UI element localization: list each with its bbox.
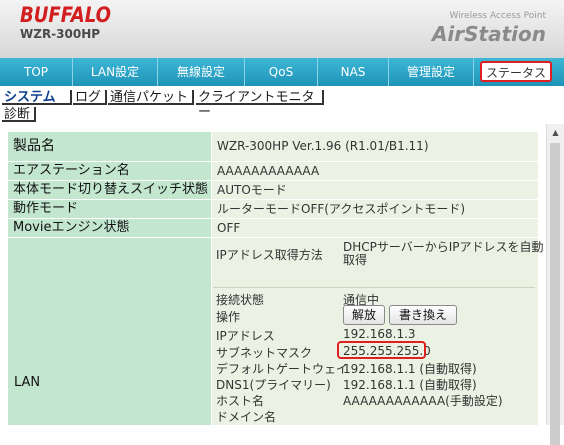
scroll-thumb[interactable] xyxy=(550,143,560,445)
header-bar: BUFFALO WZR-300HP Wireless Access Point … xyxy=(0,0,564,59)
label-operation: 操作 xyxy=(216,310,241,324)
label-host-name: ホスト名 xyxy=(216,394,265,408)
tab-client-monitor[interactable]: クライアントモニター xyxy=(196,90,324,120)
value-dns1: 192.168.1.1 (自動取得) xyxy=(343,378,477,392)
value-default-gateway: 192.168.1.1 (自動取得) xyxy=(343,362,477,376)
value-product-name: WZR-300HP Ver.1.96 (R1.01/B1.11) xyxy=(212,132,538,161)
label-connection-status: 接続状態 xyxy=(216,293,265,307)
lan-divider xyxy=(213,287,535,288)
label-ip-method: IPアドレス取得方法 xyxy=(216,248,323,262)
tab-diagnostics[interactable]: 診断 xyxy=(2,107,36,122)
label-default-gateway: デフォルトゲートウェイ xyxy=(216,362,349,376)
main-nav: TOP LAN設定 無線設定 QoS NAS 管理設定 ステータス xyxy=(0,58,564,86)
label-subnet-mask: サブネットマスク xyxy=(216,346,313,360)
nav-nas[interactable]: NAS xyxy=(318,58,389,86)
value-operation-mode: ルーターモードOFF(アクセスポイントモード) xyxy=(212,200,538,218)
value-mode-switch: AUTOモード xyxy=(212,181,538,199)
subtab-bar: システム ログ 通信パケット クライアントモニター 診断 xyxy=(0,88,564,124)
airstation-logo: AirStation xyxy=(431,22,546,46)
label-ip-address: IPアドレス xyxy=(216,329,275,343)
tab-log[interactable]: ログ xyxy=(73,90,107,105)
vertical-scrollbar[interactable]: ▲ xyxy=(546,124,564,445)
tab-system[interactable]: システム xyxy=(2,90,72,105)
value-ip-method-line2: 取得 xyxy=(343,253,368,267)
nav-admin-settings[interactable]: 管理設定 xyxy=(389,58,474,86)
nav-status[interactable]: ステータス xyxy=(480,61,552,82)
rewrite-button[interactable]: 書き換え xyxy=(389,305,457,325)
tab-packets[interactable]: 通信パケット xyxy=(108,90,194,105)
label-dns1: DNS1(プライマリー) xyxy=(216,378,331,392)
value-movie-engine: OFF xyxy=(212,219,538,237)
value-ip-method-line1: DHCPサーバーからIPアドレスを自動 xyxy=(343,240,544,254)
tagline: Wireless Access Point xyxy=(449,11,546,21)
label-station-name: エアステーション名 xyxy=(8,162,211,180)
label-operation-mode: 動作モード xyxy=(8,200,211,218)
release-button[interactable]: 解放 xyxy=(343,305,385,325)
subnet-highlight-box xyxy=(337,341,426,359)
label-movie-engine: Movieエンジン状態 xyxy=(8,219,211,237)
label-product-name: 製品名 xyxy=(8,132,211,161)
buffalo-logo: BUFFALO xyxy=(20,3,111,27)
value-host-name: AAAAAAAAAAAA(手動設定) xyxy=(343,394,503,408)
model-name: WZR-300HP xyxy=(20,27,101,41)
nav-top[interactable]: TOP xyxy=(0,58,73,86)
value-station-name: AAAAAAAAAAAA xyxy=(212,162,538,180)
label-domain-name: ドメイン名 xyxy=(216,410,277,424)
label-mode-switch: 本体モード切り替えスイッチ状態 xyxy=(8,181,211,199)
nav-qos[interactable]: QoS xyxy=(245,58,318,86)
nav-wireless-settings[interactable]: 無線設定 xyxy=(158,58,245,86)
scroll-up-arrow-icon[interactable]: ▲ xyxy=(547,124,564,141)
nav-lan-settings[interactable]: LAN設定 xyxy=(73,58,158,86)
label-lan: LAN xyxy=(14,375,41,390)
value-ip-address: 192.168.1.3 xyxy=(343,327,416,341)
label-lan-section: LAN xyxy=(8,238,211,425)
